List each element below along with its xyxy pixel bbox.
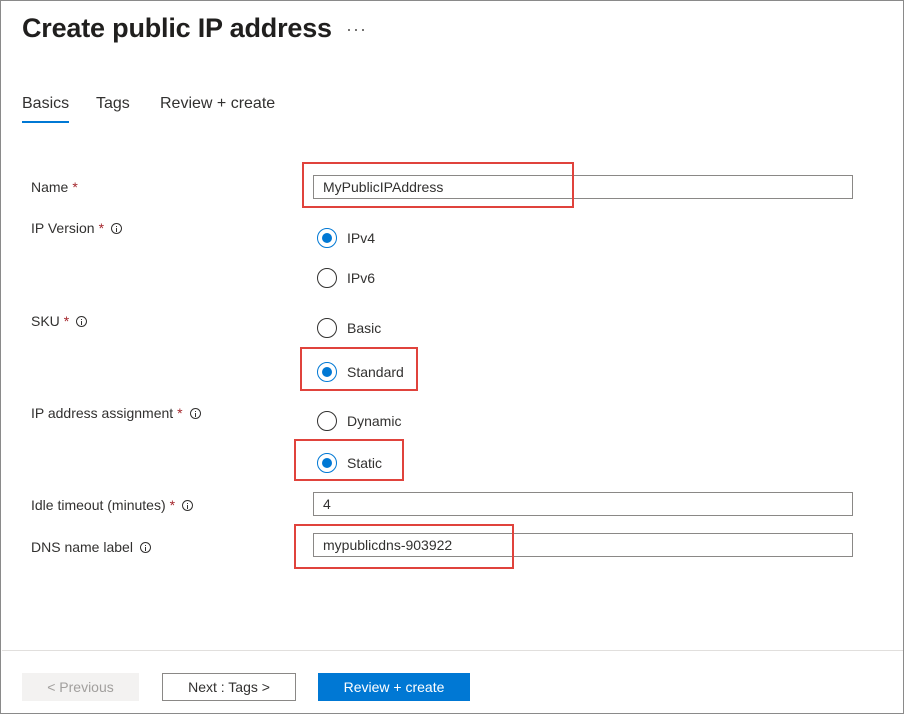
radio-button[interactable]	[317, 411, 337, 431]
previous-button[interactable]: < Previous	[22, 673, 139, 701]
name-label-text: Name	[31, 179, 69, 195]
tab-tags[interactable]: Tags	[96, 95, 130, 121]
required-marker: *	[63, 313, 70, 329]
ip-version-label-text: IP Version	[31, 220, 95, 236]
more-options-icon[interactable]: ···	[346, 19, 367, 40]
required-marker: *	[98, 220, 105, 236]
tab-basics[interactable]: Basics	[22, 95, 70, 123]
radio-label: IPv4	[347, 230, 376, 246]
review-create-button[interactable]: Review + create	[318, 673, 470, 701]
info-icon[interactable]	[111, 222, 123, 234]
idle-timeout-label-text: Idle timeout (minutes)	[31, 497, 166, 513]
radio-button-checked[interactable]	[317, 362, 337, 382]
sku-label: SKU *	[31, 313, 88, 329]
radio-button[interactable]	[317, 268, 337, 288]
next-tags-button[interactable]: Next : Tags >	[162, 673, 296, 701]
radio-static[interactable]: Static	[317, 453, 382, 473]
sku-label-text: SKU	[31, 313, 60, 329]
info-icon[interactable]	[139, 541, 151, 553]
radio-label: Standard	[347, 364, 404, 380]
ip-assignment-label-text: IP address assignment	[31, 405, 174, 421]
radio-ipv4[interactable]: IPv4	[317, 228, 375, 248]
idle-timeout-input[interactable]	[313, 492, 853, 516]
radio-ipv6[interactable]: IPv6	[317, 268, 375, 288]
radio-basic[interactable]: Basic	[317, 318, 381, 338]
footer-divider	[2, 650, 903, 651]
info-icon[interactable]	[76, 315, 88, 327]
ip-assignment-label: IP address assignment *	[31, 405, 201, 421]
dns-label-label: DNS name label	[31, 539, 151, 555]
dns-label-input[interactable]	[313, 533, 853, 557]
info-icon[interactable]	[189, 407, 201, 419]
radio-button-checked[interactable]	[317, 228, 337, 248]
radio-label: Dynamic	[347, 413, 402, 429]
ip-version-label: IP Version *	[31, 220, 123, 236]
required-marker: *	[72, 179, 78, 195]
page-title: Create public IP address	[22, 13, 332, 43]
radio-label: IPv6	[347, 270, 376, 286]
radio-label: Basic	[347, 320, 382, 336]
info-icon[interactable]	[182, 499, 194, 511]
radio-label: Static	[347, 455, 383, 471]
idle-timeout-label: Idle timeout (minutes) *	[31, 497, 194, 513]
radio-button-checked[interactable]	[317, 453, 337, 473]
radio-button[interactable]	[317, 318, 337, 338]
tab-review-create[interactable]: Review + create	[160, 95, 275, 121]
create-public-ip-blade: Create public IP address ··· Basics Tags…	[0, 0, 904, 714]
radio-standard[interactable]: Standard	[317, 362, 404, 382]
name-input[interactable]	[313, 175, 853, 199]
required-marker: *	[177, 405, 183, 421]
name-label: Name *	[31, 179, 78, 195]
radio-dynamic[interactable]: Dynamic	[317, 411, 401, 431]
dns-label-label-text: DNS name label	[31, 539, 133, 555]
required-marker: *	[169, 497, 176, 513]
